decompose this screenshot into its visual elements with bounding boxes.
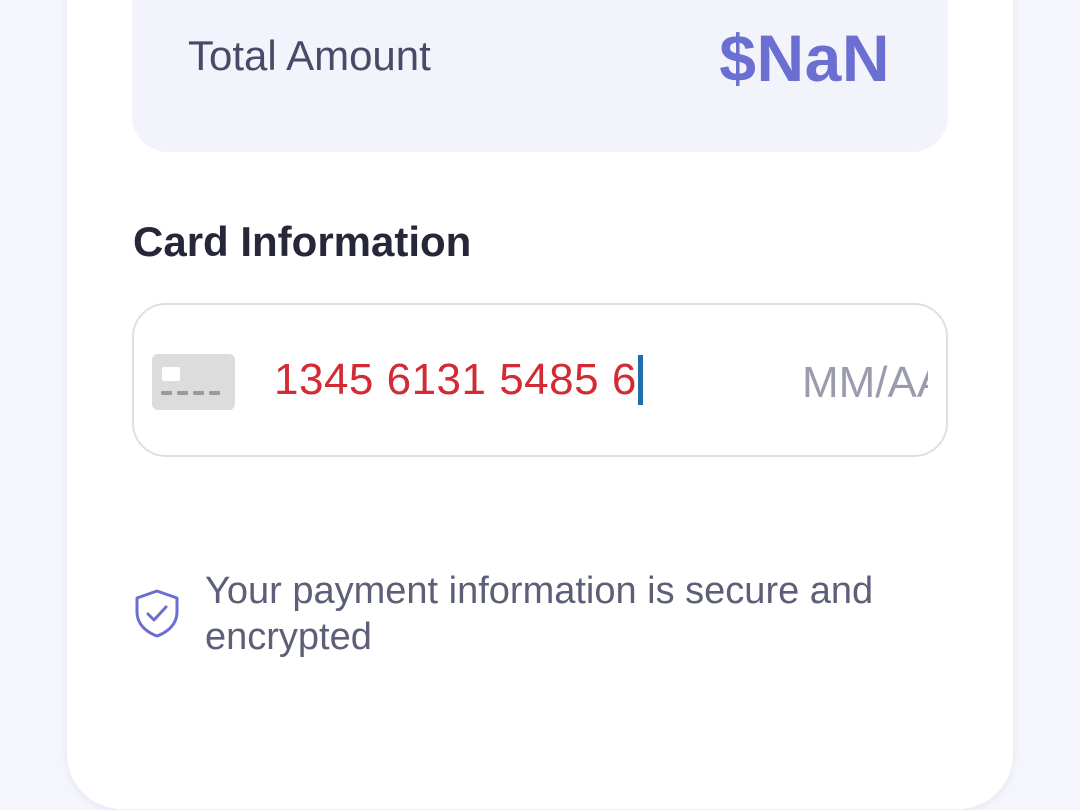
card-details-field[interactable]: 1345 6131 5485 6 xyxy=(132,303,948,457)
credit-card-icon xyxy=(152,354,235,410)
card-number-value: 1345 6131 5485 6 xyxy=(274,355,637,404)
total-amount-value: $NaN xyxy=(719,21,890,95)
expiry-date-input[interactable] xyxy=(802,355,928,411)
text-caret xyxy=(637,355,643,405)
card-information-heading: Card Information xyxy=(133,218,472,265)
shield-check-icon xyxy=(135,589,179,638)
total-amount-label: Total Amount xyxy=(188,32,431,79)
card-number-input[interactable]: 1345 6131 5485 6 xyxy=(274,355,643,405)
security-message: Your payment information is secure and e… xyxy=(205,570,874,658)
